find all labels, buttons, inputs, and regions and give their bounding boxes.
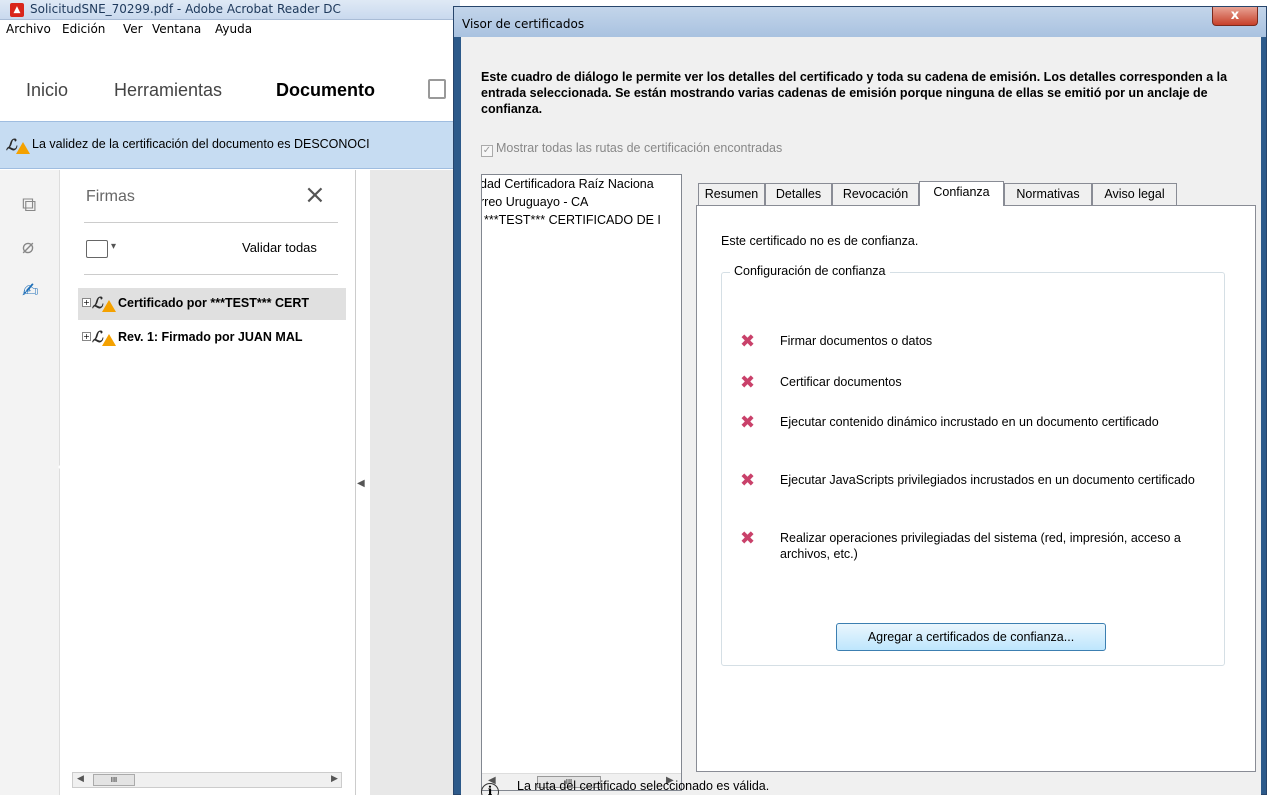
certificate-viewer-dialog: Visor de certificados x Este cuadro de d… xyxy=(453,6,1267,795)
tab-herramientas[interactable]: Herramientas xyxy=(114,80,222,101)
denied-icon: ✖ xyxy=(740,470,756,491)
attachment-icon[interactable]: ⌀ xyxy=(22,234,34,258)
dialog-description: Este cuadro de diálogo le permite ver lo… xyxy=(481,70,1228,116)
document-area xyxy=(370,170,460,795)
dialog-body: Este cuadro de diálogo le permite ver lo… xyxy=(461,37,1261,795)
validate-all-button[interactable]: Validar todas xyxy=(242,240,317,255)
acrobat-menubar: Archivo Edición Ver Ventana Ayuda xyxy=(0,20,460,40)
options-menu-icon[interactable] xyxy=(86,240,116,258)
show-all-paths-label: Mostrar todas las rutas de certificación… xyxy=(496,141,783,155)
path-status: i La ruta del certificado seleccionado es… xyxy=(481,779,769,795)
signature-warning-icon: ℒ xyxy=(92,294,116,312)
denied-icon: ✖ xyxy=(740,528,756,549)
signature-item-label: Certificado por ***TEST*** CERT xyxy=(118,296,310,310)
tab-normativas[interactable]: Normativas xyxy=(1004,183,1092,205)
left-rail: ⧉ ⌀ ✍ xyxy=(0,170,65,795)
menu-ventana[interactable]: Ventana xyxy=(152,22,201,36)
certificate-chain-list[interactable]: dad Certificadora Raíz Naciona rreo Urug… xyxy=(481,174,682,791)
close-icon[interactable]: × xyxy=(304,180,326,210)
trust-settings-title: Configuración de confianza xyxy=(730,264,890,278)
signature-warning-icon: ℒ xyxy=(92,328,116,346)
trust-status-text: Este certificado no es de confianza. xyxy=(721,234,919,248)
denied-icon: ✖ xyxy=(740,372,756,393)
menu-ayuda[interactable]: Ayuda xyxy=(215,22,252,36)
tab-aviso-legal[interactable]: Aviso legal xyxy=(1092,183,1177,205)
dialog-title: Visor de certificados xyxy=(462,17,585,31)
permission-label: Firmar documentos o datos xyxy=(780,334,933,348)
tab-documento[interactable]: Documento xyxy=(276,80,375,101)
signature-item[interactable]: + ℒ Certificado por ***TEST*** CERT xyxy=(78,288,346,320)
checkbox-check-icon[interactable]: ✓ xyxy=(481,145,493,157)
trust-tab-panel: Este certificado no es de confianza. Con… xyxy=(696,205,1256,772)
tab-inicio[interactable]: Inicio xyxy=(26,80,68,101)
menu-ver[interactable]: Ver xyxy=(123,22,143,36)
menu-edicion[interactable]: Edición xyxy=(62,22,105,36)
acrobat-window: ▲ SolicitudSNE_70299.pdf - Adobe Acrobat… xyxy=(0,0,460,795)
signature-item[interactable]: + ℒ Rev. 1: Firmado por JUAN MAL xyxy=(78,322,346,354)
divider xyxy=(84,274,338,275)
tab-revocacion[interactable]: Revocación xyxy=(832,183,919,205)
show-all-paths-checkbox[interactable]: ✓ Mostrar todas las rutas de certificació… xyxy=(481,141,782,157)
divider xyxy=(84,222,338,223)
permission-label: Ejecutar contenido dinámico incrustado e… xyxy=(780,415,1159,429)
dialog-close-button[interactable]: x xyxy=(1212,7,1258,26)
acrobat-window-title: SolicitudSNE_70299.pdf - Adobe Acrobat R… xyxy=(30,2,341,16)
denied-icon: ✖ xyxy=(740,412,756,433)
certification-message-bar: ℒ La validez de la certificación del doc… xyxy=(0,121,460,169)
pages-icon[interactable]: ⧉ xyxy=(22,192,36,216)
signature-pen-icon[interactable]: ✍ xyxy=(22,278,39,302)
panel-splitter[interactable] xyxy=(355,170,356,795)
scroll-right-icon[interactable]: ▶ xyxy=(331,774,338,784)
signatures-panel-title: Firmas xyxy=(86,188,135,205)
chain-item[interactable]: dad Certificadora Raíz Naciona xyxy=(482,177,654,191)
acrobat-titlebar: ▲ SolicitudSNE_70299.pdf - Adobe Acrobat… xyxy=(0,0,460,20)
chain-item-selected[interactable]: ***TEST*** CERTIFICADO DE I xyxy=(484,213,661,227)
path-status-text: La ruta del certificado seleccionado es … xyxy=(517,779,770,793)
save-icon[interactable] xyxy=(428,79,446,99)
tab-confianza[interactable]: Confianza xyxy=(919,181,1004,206)
pdf-file-icon: ▲ xyxy=(10,3,24,17)
permission-label: Realizar operaciones privilegiadas del s… xyxy=(780,531,1181,561)
panel-horizontal-scrollbar[interactable]: ◀ III ▶ xyxy=(72,772,342,788)
info-icon: i xyxy=(481,783,499,795)
scroll-left-icon[interactable]: ◀ xyxy=(77,774,84,784)
trust-settings-group: Configuración de confianza ✖ Firmar docu… xyxy=(721,264,1225,666)
expand-icon[interactable]: + xyxy=(82,332,91,341)
dialog-titlebar: Visor de certificados x xyxy=(454,7,1266,37)
tab-detalles[interactable]: Detalles xyxy=(765,183,832,205)
chain-item[interactable]: rreo Uruguayo - CA xyxy=(482,195,588,209)
denied-icon: ✖ xyxy=(740,331,756,352)
acrobat-tabs: Inicio Herramientas Documento xyxy=(0,62,460,122)
scroll-thumb[interactable]: III xyxy=(93,774,135,786)
menu-archivo[interactable]: Archivo xyxy=(6,22,51,36)
expand-icon[interactable]: + xyxy=(82,298,91,307)
add-to-trusted-button[interactable]: Agregar a certificados de confianza... xyxy=(836,623,1106,651)
panel-pointer xyxy=(58,460,65,474)
certification-message: La validez de la certificación del docum… xyxy=(32,137,370,151)
permission-label: Certificar documentos xyxy=(780,375,902,389)
tab-resumen[interactable]: Resumen xyxy=(698,183,765,205)
signature-item-label: Rev. 1: Firmado por JUAN MAL xyxy=(118,330,303,344)
signatures-panel: Firmas × Validar todas + ℒ Certificado p… xyxy=(66,170,356,795)
collapse-panel-icon[interactable]: ◀ xyxy=(357,478,365,489)
permission-label: Ejecutar JavaScripts privilegiados incru… xyxy=(780,473,1195,487)
signature-warning-icon: ℒ xyxy=(6,136,30,154)
